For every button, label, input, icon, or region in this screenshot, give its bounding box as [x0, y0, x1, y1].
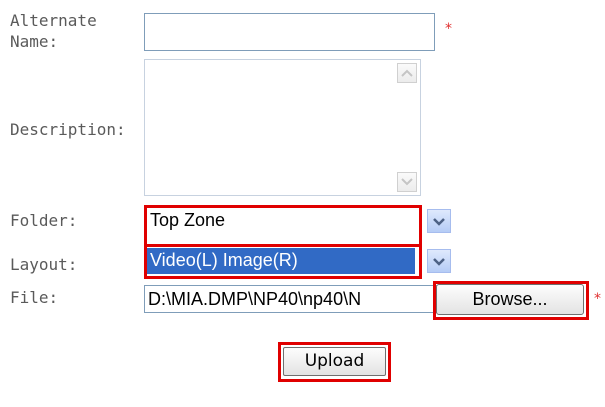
alternate-name-required-mark: *: [445, 21, 452, 37]
file-path-input[interactable]: D:\MIA.DMP\NP40\np40\N: [144, 285, 460, 313]
chevron-down-icon[interactable]: [427, 209, 451, 233]
layout-highlight-box: [144, 244, 422, 279]
alternate-name-input[interactable]: [144, 13, 435, 51]
file-label: File:: [10, 288, 59, 307]
file-required-mark: *: [594, 291, 601, 307]
description-textarea[interactable]: [144, 59, 421, 196]
alternate-name-label-line2: Name:: [10, 32, 59, 51]
chevron-down-icon[interactable]: [427, 249, 451, 273]
scroll-down-arrow-icon[interactable]: [397, 172, 417, 192]
scroll-up-arrow-icon[interactable]: [397, 63, 417, 83]
folder-label: Folder:: [10, 211, 78, 230]
alternate-name-label-line1: Alternate: [10, 11, 97, 30]
browse-highlight-box: [433, 281, 589, 320]
file-path-text: D:\MIA.DMP\NP40\np40\N: [148, 289, 362, 309]
description-label: Description:: [10, 120, 126, 139]
layout-label: Layout:: [10, 255, 78, 274]
upload-highlight-box: [278, 342, 391, 382]
alternate-name-label: Alternate Name:: [10, 10, 97, 52]
